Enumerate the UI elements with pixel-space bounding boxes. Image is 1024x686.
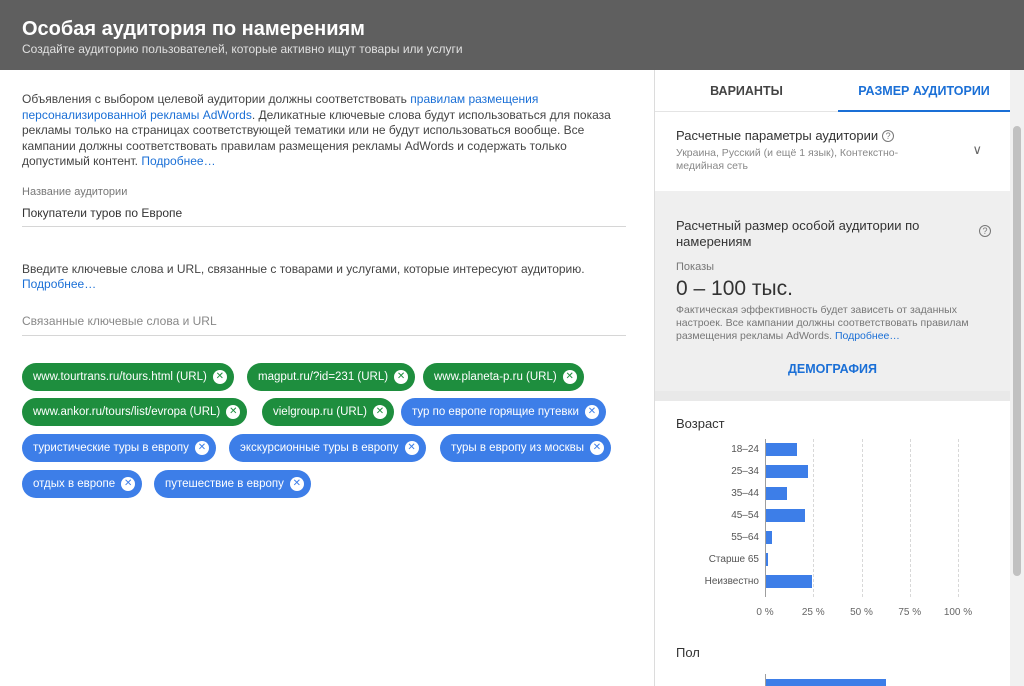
audience-side-panel: ВАРИАНТЫ РАЗМЕР АУДИТОРИИ Расчетные пара… — [655, 70, 1024, 686]
keyword-chip[interactable]: туры в европу из москвы ✕ — [440, 434, 611, 462]
age-chart-bar — [766, 575, 813, 588]
keyword-chip-label: magput.ru/?id=231 (URL) — [258, 371, 389, 383]
chip-remove-icon[interactable]: ✕ — [226, 405, 241, 419]
side-panel-tabs: ВАРИАНТЫ РАЗМЕР АУДИТОРИИ — [655, 70, 1024, 112]
impressions-label: Показы — [676, 261, 715, 273]
estimated-params-section[interactable]: Расчетные параметры аудитории? Украина, … — [655, 112, 1010, 191]
age-chart-x-tick: 75 % — [898, 607, 922, 618]
age-chart-category-label: 55–64 — [731, 532, 759, 543]
chip-remove-icon[interactable]: ✕ — [372, 405, 387, 419]
tab-audience-size[interactable]: РАЗМЕР АУДИТОРИИ — [838, 70, 1010, 112]
estimated-size-title: Расчетный размер особой аудитории по нам… — [676, 218, 920, 249]
age-chart-category-label: 35–44 — [731, 488, 759, 499]
age-chart-bar — [766, 509, 805, 522]
help-icon[interactable]: ? — [979, 225, 991, 237]
chip-remove-icon[interactable]: ✕ — [584, 405, 599, 419]
age-chart-bar — [766, 531, 772, 544]
keyword-chip-label: www.tourtrans.ru/tours.html (URL) — [33, 371, 207, 383]
keyword-chip-label: тур по европе горящие путевки — [412, 406, 579, 418]
age-chart-gridline — [909, 439, 911, 597]
keywords-help: Введите ключевые слова и URL, связанные … — [22, 262, 627, 292]
age-chart-bar — [766, 443, 797, 456]
keyword-chip[interactable]: путешествие в европу ✕ — [154, 470, 311, 498]
chip-remove-icon[interactable]: ✕ — [194, 441, 209, 455]
keyword-chip[interactable]: туристические туры в европу ✕ — [22, 434, 216, 462]
chip-remove-icon[interactable]: ✕ — [562, 370, 577, 384]
estimated-size-note: Фактическая эффективность будет зависеть… — [676, 304, 996, 343]
keyword-chip-label: путешествие в европу — [165, 478, 284, 490]
keyword-chip[interactable]: тур по европе горящие путевки ✕ — [401, 398, 606, 426]
keywords-input-underline — [22, 335, 626, 336]
policy-learn-more-link[interactable]: Подробнее… — [141, 154, 215, 168]
age-chart-x-tick: 100 % — [943, 607, 973, 618]
age-chart-bar — [766, 465, 809, 478]
chip-remove-icon[interactable]: ✕ — [394, 370, 409, 384]
audience-name-input[interactable]: Покупатели туров по Европе — [22, 206, 182, 220]
estimated-params-summary: Украина, Русский (и ещё 1 язык), Контекс… — [676, 147, 899, 172]
chip-remove-icon[interactable]: ✕ — [590, 441, 604, 455]
estimated-size-card: Расчетный размер особой аудитории по нам… — [655, 191, 1010, 391]
scrollbar-thumb[interactable] — [1013, 126, 1021, 576]
age-chart-category-label: Старше 65 — [708, 554, 759, 565]
chip-remove-icon[interactable]: ✕ — [121, 477, 136, 491]
dialog-title: Особая аудитория по намерениям — [22, 18, 365, 40]
policy-notice: Объявления с выбором целевой аудитории д… — [22, 92, 627, 170]
keyword-chip[interactable]: vielgroup.ru (URL) ✕ — [262, 398, 394, 426]
age-chart-bar — [766, 487, 788, 500]
keyword-chip[interactable]: www.ankor.ru/tours/list/evropa (URL) ✕ — [22, 398, 248, 426]
estimated-params-heading: Расчетные параметры аудитории? — [676, 128, 1010, 143]
keywords-help-text: Введите ключевые слова и URL, связанные … — [22, 262, 585, 276]
age-chart-category-label: 18–24 — [731, 444, 759, 455]
age-chart-x-tick: 0 % — [756, 607, 774, 618]
audience-name-underline — [22, 226, 626, 227]
chevron-down-icon[interactable]: ∨ — [972, 142, 982, 158]
dialog-subtitle: Создайте аудиторию пользователей, которы… — [22, 42, 463, 56]
chip-remove-icon[interactable]: ✕ — [404, 441, 419, 455]
audience-name-label: Название аудитории — [22, 186, 128, 198]
age-chart-category-label: 25–34 — [731, 466, 759, 477]
keyword-chip[interactable]: www.tourtrans.ru/tours.html (URL) ✕ — [22, 363, 234, 391]
age-chart-gridline — [958, 439, 959, 597]
keyword-chip-label: туристические туры в европу — [33, 442, 189, 454]
keyword-chip-label: www.ankor.ru/tours/list/evropa (URL) — [33, 406, 221, 418]
age-chart-bar — [766, 553, 768, 566]
gender-chart-bar — [766, 679, 886, 686]
keyword-chip-label: vielgroup.ru (URL) — [273, 406, 367, 418]
impressions-value: 0 – 100 тыс. — [676, 277, 793, 300]
keyword-chip[interactable]: magput.ru/?id=231 (URL) ✕ — [247, 363, 416, 391]
help-icon[interactable]: ? — [882, 130, 895, 142]
gender-chart-title: Пол — [676, 645, 700, 660]
chip-remove-icon[interactable]: ✕ — [212, 370, 227, 384]
keyword-chip-label: экскурсионные туры в европу — [240, 442, 399, 454]
keyword-chip[interactable]: экскурсионные туры в европу ✕ — [229, 434, 426, 462]
tab-variants[interactable]: ВАРИАНТЫ — [655, 70, 838, 112]
keyword-chip-label: туры в европу из москвы — [451, 442, 584, 454]
age-chart-category-label: 45–54 — [731, 510, 759, 521]
keyword-chip-label: отдых в европе — [33, 478, 116, 490]
side-panel-scrollbar[interactable] — [1010, 70, 1024, 686]
dialog-header: Особая аудитория по намерениям Создайте … — [0, 0, 1024, 70]
estimated-size-note-text: Фактическая эффективность будет зависеть… — [676, 304, 969, 342]
age-chart-gridline — [861, 439, 863, 597]
age-chart-category-label: Неизвестно — [704, 576, 759, 587]
size-learn-more-link[interactable]: Подробнее… — [835, 330, 900, 342]
age-chart-x-tick: 50 % — [850, 607, 873, 618]
policy-notice-text: Объявления с выбором целевой аудитории д… — [22, 92, 411, 106]
keyword-chip[interactable]: www.planeta-p.ru (URL) ✕ — [423, 363, 584, 391]
age-chart-title: Возраст — [676, 416, 725, 431]
keyword-chip[interactable]: отдых в европе ✕ — [22, 470, 143, 498]
section-separator — [655, 391, 1010, 401]
keywords-learn-more-link[interactable]: Подробнее… — [22, 277, 96, 291]
audience-form: Объявления с выбором целевой аудитории д… — [0, 70, 654, 686]
keyword-chip-label: www.planeta-p.ru (URL) — [434, 371, 557, 383]
keywords-input[interactable]: Связанные ключевые слова и URL — [22, 314, 217, 328]
chip-remove-icon[interactable]: ✕ — [289, 477, 304, 491]
demographics-button[interactable]: ДЕМОГРАФИЯ — [655, 362, 1010, 376]
estimated-params-title: Расчетные параметры аудитории — [676, 128, 879, 143]
custom-intent-audience-dialog: Особая аудитория по намерениям Создайте … — [0, 0, 1024, 686]
age-chart-gridline — [813, 439, 815, 597]
age-chart-x-tick: 25 % — [801, 607, 825, 618]
